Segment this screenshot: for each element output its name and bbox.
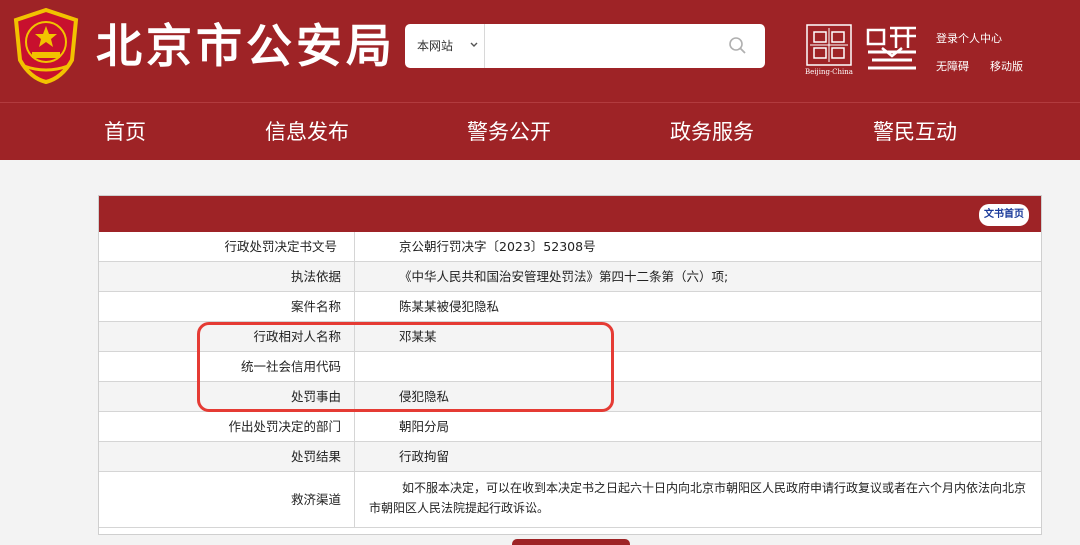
table-row: 案件名称 陈某某被侵犯隐私 [99, 292, 1041, 322]
table-row: 作出处罚决定的部门 朝阳分局 [99, 412, 1041, 442]
doc-home-button[interactable]: 文书首页 [979, 204, 1029, 226]
site-header: 北京市公安局 本网站 Beijing·China 登录个人中心 无障碍 移动版 [0, 0, 1080, 102]
nav-item-home[interactable]: 首页 [55, 103, 195, 161]
search-icon[interactable] [727, 35, 749, 57]
nav-item-police-affairs[interactable]: 警务公开 [439, 103, 579, 161]
column-divider [354, 412, 355, 441]
search-scope-select[interactable]: 本网站 [405, 24, 485, 68]
table-row: 行政处罚决定书文号 京公朝行罚决字〔2023〕52308号 [99, 232, 1041, 262]
table-row: 处罚结果 行政拘留 [99, 442, 1041, 472]
row-label: 执法依据 [290, 269, 341, 284]
row-label: 案件名称 [290, 299, 341, 314]
search-scope-label: 本网站 [417, 39, 454, 53]
row-label: 处罚结果 [290, 449, 341, 464]
mobile-version-link[interactable]: 移动版 [990, 58, 1023, 74]
police-badge-icon[interactable] [864, 24, 920, 72]
row-label: 行政处罚决定书文号 [224, 239, 337, 254]
capital-tag: Beijing·China [805, 68, 853, 76]
column-divider [354, 442, 355, 471]
column-divider [354, 472, 355, 527]
police-emblem-icon[interactable] [10, 8, 82, 84]
bottom-button[interactable] [512, 539, 630, 545]
row-value: 《中华人民共和国治安管理处罚法》第四十二条第（六）项; [399, 269, 729, 284]
login-link[interactable]: 登录个人中心 [936, 30, 1002, 46]
table-row: 执法依据 《中华人民共和国治安管理处罚法》第四十二条第（六）项; [99, 262, 1041, 292]
column-divider [354, 262, 355, 291]
highlight-annotation-box [197, 322, 614, 412]
table-row: 救济渠道 如不服本决定，可以在收到本决定书之日起六十日内向北京市朝阳区人民政府申… [99, 472, 1041, 528]
column-divider [354, 232, 355, 261]
nav-item-gov-services[interactable]: 政务服务 [642, 103, 782, 161]
chevron-down-icon [470, 42, 478, 47]
row-label: 救济渠道 [290, 492, 341, 507]
search-bar: 本网站 [405, 24, 765, 68]
accessibility-link[interactable]: 无障碍 [936, 58, 969, 74]
search-input[interactable] [487, 30, 717, 62]
row-value: 行政拘留 [399, 449, 450, 464]
site-title[interactable]: 北京市公安局 [96, 18, 396, 74]
column-divider [354, 292, 355, 321]
nav-item-info[interactable]: 信息发布 [237, 103, 377, 161]
row-value: 京公朝行罚决字〔2023〕52308号 [399, 239, 596, 254]
row-value: 朝阳分局 [399, 419, 450, 434]
row-value: 如不服本决定，可以在收到本决定书之日起六十日内向北京市朝阳区人民政府申请行政复议… [369, 481, 1027, 515]
row-label: 作出处罚决定的部门 [228, 419, 341, 434]
row-value: 陈某某被侵犯隐私 [399, 299, 500, 314]
main-nav: 首页 信息发布 警务公开 政务服务 警民互动 [0, 102, 1080, 160]
panel-header: 文书首页 [99, 196, 1041, 232]
nav-item-interaction[interactable]: 警民互动 [845, 103, 985, 161]
